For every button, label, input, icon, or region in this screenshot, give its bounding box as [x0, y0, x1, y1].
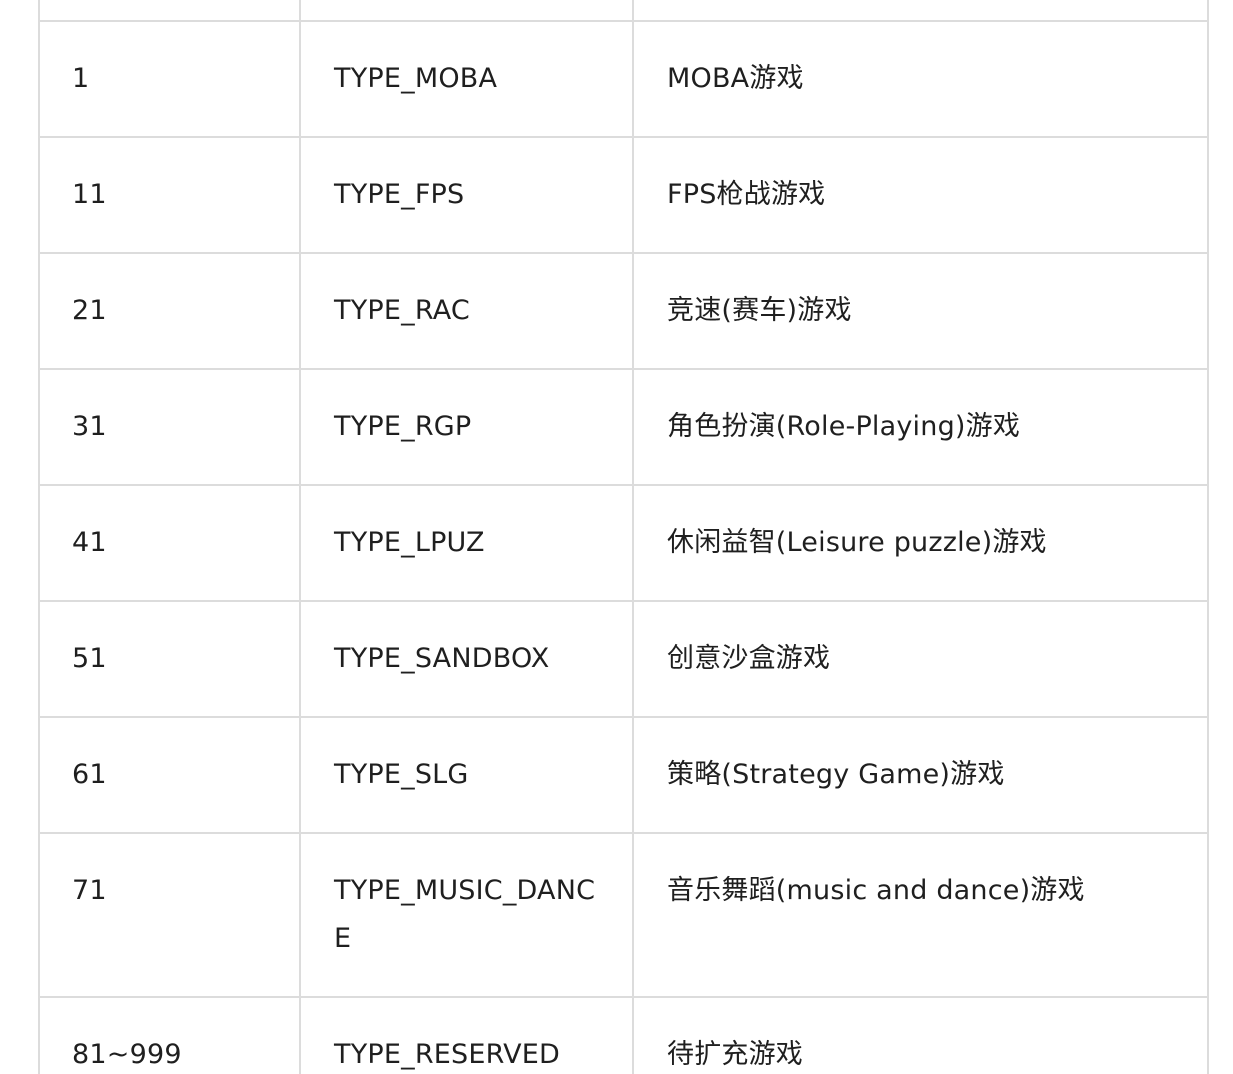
- table-row: 21 TYPE_RAC 竞速(赛车)游戏: [38, 252, 1209, 370]
- type-value: 41: [38, 484, 301, 602]
- type-name: TYPE_RESERVED: [299, 996, 634, 1074]
- table-row: 71 TYPE_MUSIC_DANCE 音乐舞蹈(music and dance…: [38, 832, 1209, 998]
- type-description: 策略(Strategy Game)游戏: [632, 716, 1209, 834]
- page: 1 TYPE_MOBA MOBA游戏 11 TYPE_FPS FPS枪战游戏 2…: [0, 0, 1233, 1074]
- table-row: 61 TYPE_SLG 策略(Strategy Game)游戏: [38, 716, 1209, 834]
- type-value: 31: [38, 368, 301, 486]
- type-name: TYPE_FPS: [299, 136, 634, 254]
- type-value: 71: [38, 832, 301, 998]
- type-description: 角色扮演(Role-Playing)游戏: [632, 368, 1209, 486]
- table-row: 81~999 TYPE_RESERVED 待扩充游戏: [38, 996, 1209, 1074]
- table-row: 31 TYPE_RGP 角色扮演(Role-Playing)游戏: [38, 368, 1209, 486]
- type-description: MOBA游戏: [632, 20, 1209, 138]
- type-value: 11: [38, 136, 301, 254]
- type-name: TYPE_SLG: [299, 716, 634, 834]
- game-type-table: 1 TYPE_MOBA MOBA游戏 11 TYPE_FPS FPS枪战游戏 2…: [38, 0, 1209, 1074]
- type-name: TYPE_MOBA: [299, 20, 634, 138]
- type-value: 61: [38, 716, 301, 834]
- type-name: TYPE_MUSIC_DANCE: [299, 832, 634, 998]
- type-description: 竞速(赛车)游戏: [632, 252, 1209, 370]
- type-description: 待扩充游戏: [632, 996, 1209, 1074]
- type-value: 21: [38, 252, 301, 370]
- table-row: 11 TYPE_FPS FPS枪战游戏: [38, 136, 1209, 254]
- type-name: TYPE_LPUZ: [299, 484, 634, 602]
- type-value: 51: [38, 600, 301, 718]
- type-description: 音乐舞蹈(music and dance)游戏: [632, 832, 1209, 998]
- type-name: TYPE_SANDBOX: [299, 600, 634, 718]
- type-name: TYPE_RGP: [299, 368, 634, 486]
- table-row: 1 TYPE_MOBA MOBA游戏: [38, 20, 1209, 138]
- type-value: 81~999: [38, 996, 301, 1074]
- table-row: 41 TYPE_LPUZ 休闲益智(Leisure puzzle)游戏: [38, 484, 1209, 602]
- type-description: 休闲益智(Leisure puzzle)游戏: [632, 484, 1209, 602]
- type-description: 创意沙盒游戏: [632, 600, 1209, 718]
- type-value: 1: [38, 20, 301, 138]
- table-row: 51 TYPE_SANDBOX 创意沙盒游戏: [38, 600, 1209, 718]
- type-description: FPS枪战游戏: [632, 136, 1209, 254]
- table-row-partial: [38, 0, 1209, 22]
- type-name: TYPE_RAC: [299, 252, 634, 370]
